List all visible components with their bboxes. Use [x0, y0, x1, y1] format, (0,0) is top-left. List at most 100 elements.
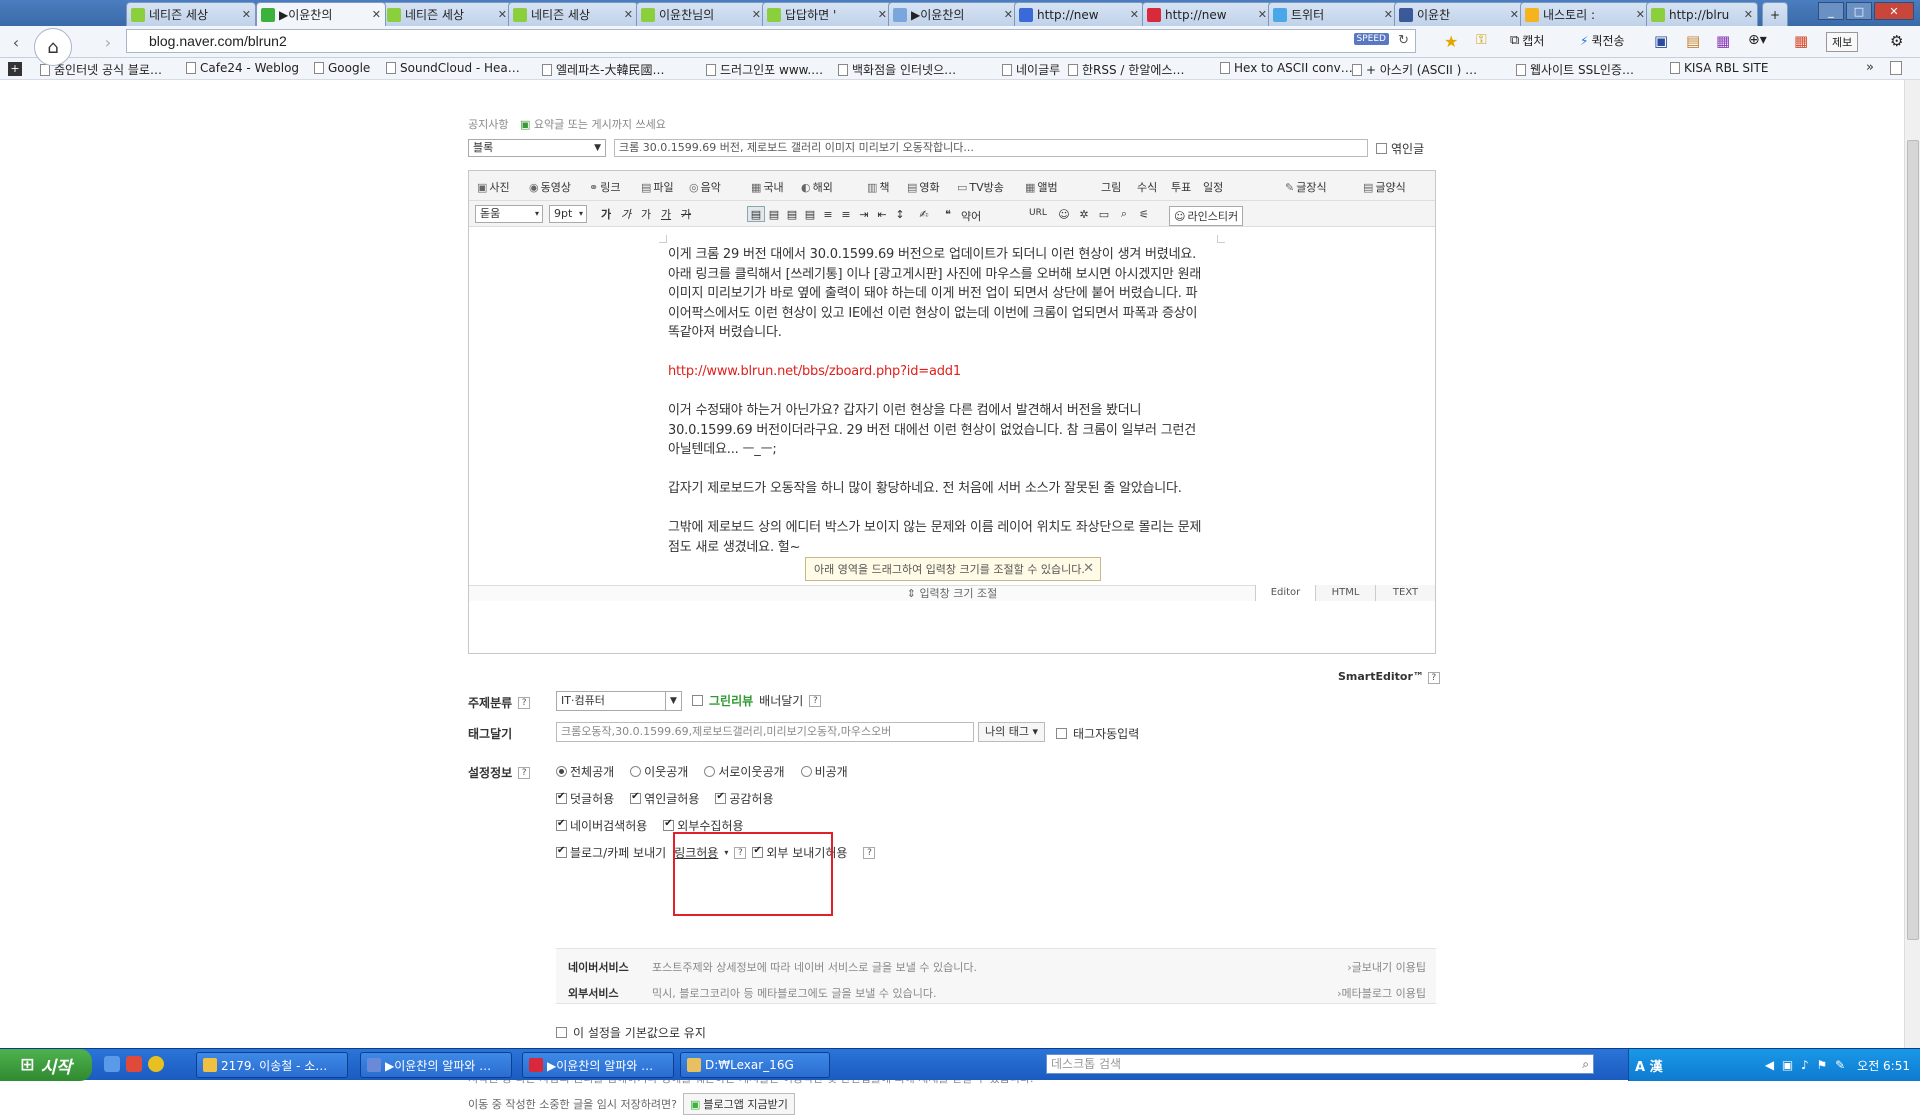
- close-tab-icon[interactable]: ✕: [242, 8, 251, 21]
- keep-default-option[interactable]: 이 설정을 기본값으로 유지: [556, 1024, 706, 1041]
- page-scrollbar[interactable]: [1904, 80, 1920, 1048]
- quicksend-button[interactable]: ⚡ 퀵전송: [1580, 32, 1625, 49]
- new-tab-button[interactable]: +: [1762, 2, 1788, 26]
- notice-checkbox-icon[interactable]: ▣: [520, 118, 530, 131]
- checkbox-icon[interactable]: [692, 695, 703, 706]
- editor-tool-button[interactable]: 수식: [1137, 179, 1157, 195]
- align-icon[interactable]: ▤: [801, 206, 819, 222]
- align-icon[interactable]: ❝: [939, 206, 957, 222]
- align-icon[interactable]: ▤: [747, 206, 765, 222]
- notes-icon[interactable]: ▤: [1686, 32, 1700, 50]
- blog-app-button[interactable]: ▣ 블로그앱 지금받기: [682, 1093, 795, 1115]
- browser-tab[interactable]: ▶이윤찬의 ✕: [888, 2, 1018, 26]
- editor-extra-icon[interactable]: ▭: [1095, 206, 1113, 222]
- apps-grid-icon[interactable]: ▦: [1794, 32, 1808, 50]
- naver-service-tip-link[interactable]: ›글보내기 이용팁: [1347, 959, 1426, 975]
- abbreviation-button[interactable]: 약어: [961, 208, 981, 224]
- align-icon[interactable]: ✍: [915, 206, 933, 222]
- bookmarks-overflow-icon[interactable]: »: [1866, 60, 1874, 75]
- editor-tool-button[interactable]: ✎ 글장식: [1285, 179, 1327, 195]
- allow-comments[interactable]: 덧글허용: [556, 790, 614, 807]
- taskbar-window-button[interactable]: 2179. 이송철 - 소…: [196, 1052, 348, 1078]
- bookmark-item[interactable]: 한RSS / 한알에스…: [1068, 61, 1184, 78]
- other-bookmarks-icon[interactable]: [1890, 61, 1902, 75]
- allow-trackback[interactable]: 엮인글허용: [630, 790, 699, 807]
- help-icon[interactable]: ?: [809, 694, 822, 707]
- editor-extra-icon[interactable]: ☺: [1055, 206, 1073, 222]
- format-button[interactable]: 가: [597, 206, 615, 222]
- checkbox-icon[interactable]: [1056, 728, 1067, 739]
- bookmark-item[interactable]: Hex to ASCII conv…: [1220, 61, 1353, 75]
- editor-tool-button[interactable]: ▤ 글양식: [1363, 179, 1406, 195]
- tab-text[interactable]: TEXT: [1375, 585, 1435, 601]
- key-icon[interactable]: ⚿: [1476, 32, 1487, 48]
- editor-extra-icon[interactable]: ✲: [1075, 206, 1093, 222]
- bookmark-item[interactable]: Cafe24 - Weblog: [186, 61, 299, 75]
- visibility-mutual-neighbors[interactable]: 서로이웃공개: [704, 763, 785, 780]
- search-icon[interactable]: ⌕: [1582, 1055, 1589, 1073]
- checkbox-icon[interactable]: [556, 791, 567, 804]
- url-button[interactable]: URL: [1029, 208, 1047, 218]
- taskbar-window-button[interactable]: ▶이윤찬의 알파와 …: [360, 1052, 512, 1078]
- close-tab-icon[interactable]: ✕: [1004, 8, 1013, 21]
- format-button[interactable]: 가: [617, 206, 635, 222]
- align-icon[interactable]: ⇥: [855, 206, 873, 222]
- editor-tool-button[interactable]: ◐ 해외: [801, 179, 833, 195]
- taskbar-window-button[interactable]: ▶이윤찬의 알파와 …: [522, 1052, 674, 1078]
- browser-tab[interactable]: 네티즌 세상 ✕: [508, 2, 638, 26]
- bookmark-item[interactable]: 드러그인포 www.…: [706, 61, 823, 78]
- editor-tool-button[interactable]: ⚭ 링크: [589, 179, 620, 195]
- close-tab-icon[interactable]: ✕: [752, 8, 761, 21]
- close-window-button[interactable]: ✕: [1874, 2, 1914, 20]
- editor-tool-button[interactable]: 일정: [1203, 179, 1223, 195]
- browser-tab[interactable]: 트위터 ✕: [1268, 2, 1398, 26]
- close-tab-icon[interactable]: ✕: [1258, 8, 1267, 21]
- editor-extra-icon[interactable]: ⚟: [1135, 206, 1153, 222]
- bookmark-item[interactable]: 백화점을 인터넷으…: [838, 61, 956, 78]
- my-tag-button[interactable]: 나의 태그 ▾: [978, 722, 1046, 742]
- browser-tab[interactable]: 답답하면 ' ✕: [762, 2, 892, 26]
- font-select[interactable]: 돋움 ▾: [475, 205, 543, 223]
- align-icon[interactable]: ▤: [765, 206, 783, 222]
- add-bookmark-icon[interactable]: +: [8, 62, 22, 76]
- bookmark-item[interactable]: SoundCloud - Hea…: [386, 61, 520, 75]
- browser-tab[interactable]: http://blru ✕: [1646, 2, 1758, 26]
- allow-naver-search[interactable]: 네이버검색허용: [556, 817, 647, 834]
- save-icon[interactable]: ▣: [1654, 32, 1668, 50]
- capture-button[interactable]: ⧉ 캡처: [1510, 32, 1544, 49]
- trackback-checkbox[interactable]: 엮인글: [1376, 140, 1424, 157]
- maximize-button[interactable]: □: [1846, 2, 1872, 20]
- quicklaunch-icon[interactable]: [126, 1056, 142, 1072]
- close-tab-icon[interactable]: ✕: [498, 8, 507, 21]
- report-button[interactable]: 제보: [1826, 32, 1859, 52]
- browser-tab[interactable]: http://new ✕: [1142, 2, 1272, 26]
- chrome-icon[interactable]: [148, 1056, 164, 1072]
- forward-icon[interactable]: ›: [96, 30, 120, 54]
- bookmark-item[interactable]: KISA RBL SITE: [1670, 61, 1768, 75]
- checkbox-icon[interactable]: [630, 791, 642, 804]
- align-icon[interactable]: ↕: [891, 206, 909, 222]
- close-tab-icon[interactable]: ✕: [1636, 8, 1645, 21]
- scrollbar-thumb[interactable]: [1907, 140, 1919, 940]
- post-body[interactable]: 이게 크롬 29 버전 대에서 30.0.1599.69 버전으로 업데이트가 …: [668, 245, 1208, 577]
- radio-icon[interactable]: [630, 766, 642, 777]
- bookmark-item[interactable]: 엘레파츠-大韓民國…: [542, 61, 665, 78]
- checkbox-icon[interactable]: [663, 818, 675, 831]
- close-tab-icon[interactable]: ✕: [1744, 8, 1753, 21]
- help-icon[interactable]: ?: [518, 696, 531, 709]
- zoom-icon[interactable]: ⊕▾: [1748, 32, 1767, 48]
- format-button[interactable]: 가: [657, 206, 675, 222]
- browser-tab[interactable]: 이윤찬님의 ✕: [636, 2, 766, 26]
- browser-tab[interactable]: 네티즌 세상 ✕: [382, 2, 512, 26]
- address-bar[interactable]: blog.naver.com/blrun2 SPEED ↻: [126, 29, 1416, 53]
- editor-tool-button[interactable]: ▤ 영화: [907, 179, 940, 195]
- format-button[interactable]: 가: [677, 206, 695, 222]
- editor-tool-button[interactable]: ▣ 사진: [477, 179, 510, 195]
- close-tab-icon[interactable]: ✕: [878, 8, 887, 21]
- print-icon[interactable]: ▦: [1716, 32, 1730, 50]
- browser-tab[interactable]: http://new ✕: [1014, 2, 1144, 26]
- meta-blog-tip-link[interactable]: ›메타블로그 이용팁: [1337, 985, 1426, 1001]
- editor-extra-icon[interactable]: ⌕: [1115, 206, 1133, 222]
- help-icon[interactable]: ?: [863, 846, 876, 859]
- format-button[interactable]: 가: [637, 206, 655, 222]
